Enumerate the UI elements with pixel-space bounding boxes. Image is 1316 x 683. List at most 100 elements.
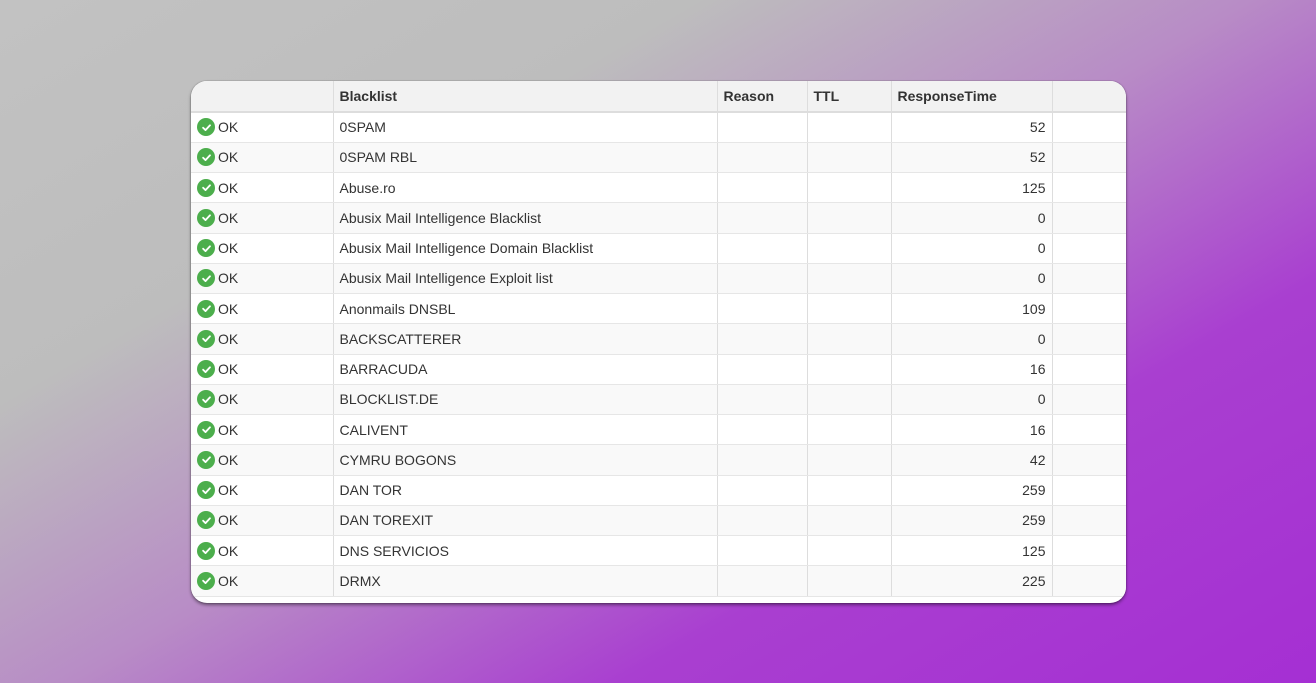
table-row[interactable]: OK DAN TOREXIT 259 — [191, 505, 1126, 537]
status-badge: OK — [197, 118, 239, 137]
status-cell: OK — [191, 263, 334, 295]
table-row[interactable]: OK Abusix Mail Intelligence Domain Blackl… — [191, 233, 1126, 264]
status-badge: OK — [197, 420, 239, 439]
reason-cell — [717, 505, 808, 537]
status-cell: OK — [191, 535, 334, 567]
blacklist-name-cell: DAN TOR — [333, 475, 718, 506]
ttl-cell — [807, 475, 892, 506]
status-cell: OK — [191, 112, 334, 143]
table-row[interactable]: OK Anonmails DNSBL 109 — [191, 293, 1126, 325]
check-circle-icon — [197, 208, 215, 227]
table-row[interactable]: OK DRMX 225 — [191, 565, 1126, 597]
status-text: OK — [218, 240, 239, 257]
table-row[interactable]: OK BARRACUDA 16 — [191, 354, 1126, 385]
table-row[interactable]: OK Abuse.ro 125 — [191, 172, 1126, 204]
ttl-cell — [807, 535, 892, 567]
blacklist-name-cell: DNS SERVICIOS — [333, 535, 718, 567]
extra-cell — [1052, 263, 1126, 295]
status-text: OK — [218, 209, 239, 226]
status-badge: OK — [197, 511, 238, 530]
check-circle-icon — [197, 118, 215, 137]
column-header-status[interactable] — [191, 81, 334, 113]
response-time-cell: 259 — [891, 475, 1053, 506]
column-header-extra — [1052, 81, 1126, 113]
ttl-cell — [807, 565, 892, 597]
table-row[interactable]: OK BACKSCATTERER 0 — [191, 323, 1126, 355]
table-row[interactable]: OK 0SPAM RBL 52 — [191, 142, 1126, 174]
table-row[interactable]: OK Abusix Mail Intelligence Blacklist 0 — [191, 202, 1126, 234]
extra-cell — [1052, 293, 1126, 325]
status-text: OK — [218, 482, 239, 499]
reason-cell — [717, 112, 808, 143]
check-circle-icon — [197, 269, 215, 288]
response-time-cell: 16 — [891, 354, 1053, 385]
ttl-cell — [807, 142, 892, 174]
blacklist-name-cell: BLOCKLIST.DE — [333, 384, 718, 416]
status-badge: OK — [197, 208, 239, 227]
status-text: OK — [218, 391, 239, 408]
extra-cell — [1052, 505, 1126, 537]
extra-cell — [1052, 384, 1126, 416]
table-row[interactable]: OK DNS SERVICIOS 125 — [191, 535, 1126, 567]
ttl-cell — [807, 233, 892, 264]
extra-cell — [1052, 535, 1126, 567]
table-row[interactable]: OK CYMRU BOGONS 42 — [191, 444, 1126, 476]
status-badge: OK — [197, 329, 239, 348]
ttl-cell — [807, 505, 892, 537]
table-row[interactable]: OK DAN TOR 259 — [191, 475, 1126, 506]
table-row[interactable]: OK Abusix Mail Intelligence Exploit list 0 — [191, 263, 1126, 295]
extra-cell — [1052, 475, 1126, 506]
status-text: OK — [218, 330, 239, 347]
reason-cell — [717, 263, 808, 295]
column-header-reason[interactable]: Reason — [717, 81, 808, 113]
response-time-cell: 0 — [891, 384, 1053, 416]
table-row[interactable]: OK BLOCKLIST.DE 0 — [191, 384, 1126, 416]
ttl-cell — [807, 323, 892, 355]
ttl-cell — [807, 172, 892, 204]
response-time-cell: 109 — [891, 293, 1053, 325]
status-cell: OK — [191, 233, 334, 264]
status-text: OK — [218, 542, 239, 559]
reason-cell — [717, 202, 808, 234]
status-cell: OK — [191, 444, 334, 476]
status-text: OK — [218, 119, 239, 136]
ttl-cell — [807, 112, 892, 143]
status-text: OK — [218, 270, 239, 287]
reason-cell — [717, 354, 808, 385]
status-text: OK — [218, 421, 239, 438]
status-cell: OK — [191, 505, 334, 537]
check-circle-icon — [197, 178, 215, 197]
reason-cell — [717, 535, 808, 567]
check-circle-icon — [197, 571, 215, 590]
check-circle-icon — [197, 541, 215, 560]
check-circle-icon — [197, 511, 215, 530]
status-cell: OK — [191, 323, 334, 355]
blacklist-name-cell: Abusix Mail Intelligence Blacklist — [333, 202, 718, 234]
check-circle-icon — [197, 299, 215, 318]
table-row[interactable]: OK CALIVENT 16 — [191, 414, 1126, 446]
status-badge: OK — [197, 541, 239, 560]
column-header-blacklist[interactable]: Blacklist — [333, 81, 718, 113]
check-circle-icon — [197, 329, 215, 348]
blacklist-name-cell: BARRACUDA — [333, 354, 718, 385]
status-text: OK — [218, 361, 239, 378]
ttl-cell — [807, 354, 892, 385]
response-time-cell: 0 — [891, 233, 1053, 264]
status-cell: OK — [191, 202, 334, 234]
table-row[interactable]: OK 0SPAM 52 — [191, 112, 1126, 143]
blacklist-name-cell: 0SPAM — [333, 112, 718, 143]
extra-cell — [1052, 354, 1126, 385]
status-cell: OK — [191, 475, 334, 506]
reason-cell — [717, 142, 808, 174]
blacklist-name-cell: BACKSCATTERER — [333, 323, 718, 355]
ttl-cell — [807, 293, 892, 325]
extra-cell — [1052, 112, 1126, 143]
status-badge: OK — [197, 571, 238, 590]
reason-cell — [717, 444, 808, 476]
column-header-ttl[interactable]: TTL — [807, 81, 892, 113]
status-badge: OK — [197, 481, 239, 500]
check-circle-icon — [197, 420, 215, 439]
extra-cell — [1052, 172, 1126, 204]
column-header-response-time[interactable]: ResponseTime — [891, 81, 1053, 113]
blacklist-name-cell: Anonmails DNSBL — [333, 293, 718, 325]
